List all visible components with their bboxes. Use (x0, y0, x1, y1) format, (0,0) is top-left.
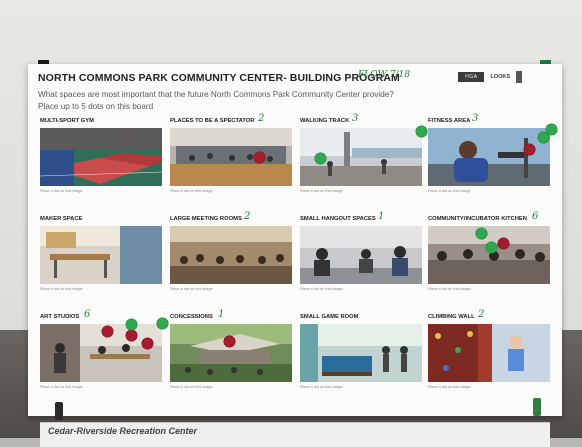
logo-looks: LOOKS (490, 74, 510, 80)
photo-caption: Place a dot on this image (40, 287, 83, 291)
green-dot (476, 228, 487, 239)
photo-meeting-rooms (170, 226, 292, 284)
photo-caption: Place a dot on this image (170, 189, 213, 193)
photo-concessions (170, 324, 292, 382)
photo-maker-space (40, 226, 162, 284)
logo-hga: HGA (458, 72, 485, 82)
green-dot (126, 319, 137, 330)
space-maker-space: MAKER SPACE Place a dot on this image (40, 216, 162, 296)
green-dot (315, 153, 326, 164)
space-label: COMMUNITY/INCUBATOR KITCHEN (428, 216, 527, 222)
red-dot (254, 152, 265, 163)
space-community-kitchen: COMMUNITY/INCUBATOR KITCHEN 6 Place a do… (428, 211, 550, 296)
space-small-hangout: SMALL HANGOUT SPACES 1 Place a dot on th… (300, 211, 422, 296)
vote-tally: 6 (532, 211, 539, 222)
photo-kitchen (428, 226, 550, 284)
vote-tally: 3 (472, 113, 479, 124)
photo-walking-track (300, 128, 422, 186)
space-label: LARGE MEETING ROOMS (170, 216, 242, 222)
poster-board: NORTH COMMONS PARK COMMUNITY CENTER- BUI… (28, 64, 562, 416)
space-multi-sport-gym: MULTI-SPORT GYM Place a dot on this imag… (40, 118, 162, 198)
space-small-game-room: SMALL GAME ROOM Place a dot on this imag… (300, 314, 422, 394)
photo-spectator (170, 128, 292, 186)
red-dot (524, 144, 535, 155)
vote-tally: 2 (244, 211, 251, 222)
space-spectator: PLACES TO BE A SPECTATOR 2 Place a dot o… (170, 113, 292, 198)
vote-tally: 2 (258, 113, 265, 124)
photo-caption: Place a dot on this image (300, 287, 343, 291)
vote-tally: 1 (218, 309, 225, 320)
vote-tally: 2 (478, 309, 485, 320)
binder-clip-left (55, 402, 63, 420)
space-label: WALKING TRACK (300, 118, 350, 124)
red-dot (498, 238, 509, 249)
space-fitness-area: FITNESS AREA 3 Place a dot on this image (416, 113, 557, 198)
photo-climbing-wall (428, 324, 550, 382)
photo-hangout (300, 226, 422, 284)
space-label: CLIMBING WALL (428, 314, 475, 320)
red-dot (142, 338, 153, 349)
board-title: NORTH COMMONS PARK COMMUNITY CENTER- BUI… (38, 72, 400, 84)
photo-caption: Place a dot on this image (300, 189, 343, 193)
space-label: MAKER SPACE (40, 216, 83, 222)
photo-caption: Place a dot on this image (428, 287, 471, 291)
photo-gym (40, 128, 162, 186)
photo-caption: Place a dot on this image (428, 385, 471, 389)
photo-caption: Place a dot on this image (170, 287, 213, 291)
photo-fitness (428, 128, 550, 186)
space-walking-track: WALKING TRACK 3 Place a dot on this imag… (300, 113, 422, 198)
logo-strip: HGA LOOKS (458, 71, 552, 83)
space-label: ART STUDIOS (40, 314, 80, 320)
space-concessions: CONCESSIONS 1 Place a dot on this image (170, 309, 292, 394)
green-dot (416, 126, 427, 137)
green-dot (546, 124, 557, 135)
green-dot (157, 318, 168, 329)
space-label: SMALL HANGOUT SPACES (300, 216, 376, 222)
handwritten-note: FLOW 7/18 (358, 70, 410, 80)
space-climbing-wall: CLIMBING WALL 2 Place a dot on this imag… (428, 309, 550, 394)
photo-caption: Place a dot on this image (300, 385, 343, 389)
space-label: CONCESSIONS (170, 314, 213, 320)
logo-parks-mark (516, 71, 552, 83)
photo-art-studios (40, 324, 162, 382)
space-art-studios: ART STUDIOS 6 Place a dot on this image (40, 309, 168, 394)
photo-caption: Place a dot on this image (428, 189, 471, 193)
recreation-center-sign: Cedar-Riverside Recreation Center (40, 422, 550, 447)
photo-caption: Place a dot on this image (40, 189, 83, 193)
space-label: FITNESS AREA (428, 118, 471, 124)
photo-game-room (300, 324, 422, 382)
space-label: SMALL GAME ROOM (300, 314, 359, 320)
sign-text: Cedar-Riverside Recreation Center (48, 426, 198, 436)
red-dot (126, 330, 137, 341)
space-large-meeting-rooms: LARGE MEETING ROOMS 2 Place a dot on thi… (170, 211, 292, 296)
binder-clip-right (533, 398, 541, 416)
photo-caption: Place a dot on this image (170, 385, 213, 389)
space-label: PLACES TO BE A SPECTATOR (170, 118, 255, 124)
red-dot (224, 336, 235, 347)
vote-tally: 6 (84, 309, 91, 320)
board-question: What spaces are most important that the … (38, 90, 394, 99)
red-dot (102, 326, 113, 337)
vote-tally: 1 (378, 211, 385, 222)
photo-caption: Place a dot on this image (40, 385, 83, 389)
board-instruction: Place up to 5 dots on this board (38, 102, 154, 111)
vote-tally: 3 (352, 113, 359, 124)
green-dot (486, 242, 497, 253)
space-label: MULTI-SPORT GYM (40, 118, 94, 124)
